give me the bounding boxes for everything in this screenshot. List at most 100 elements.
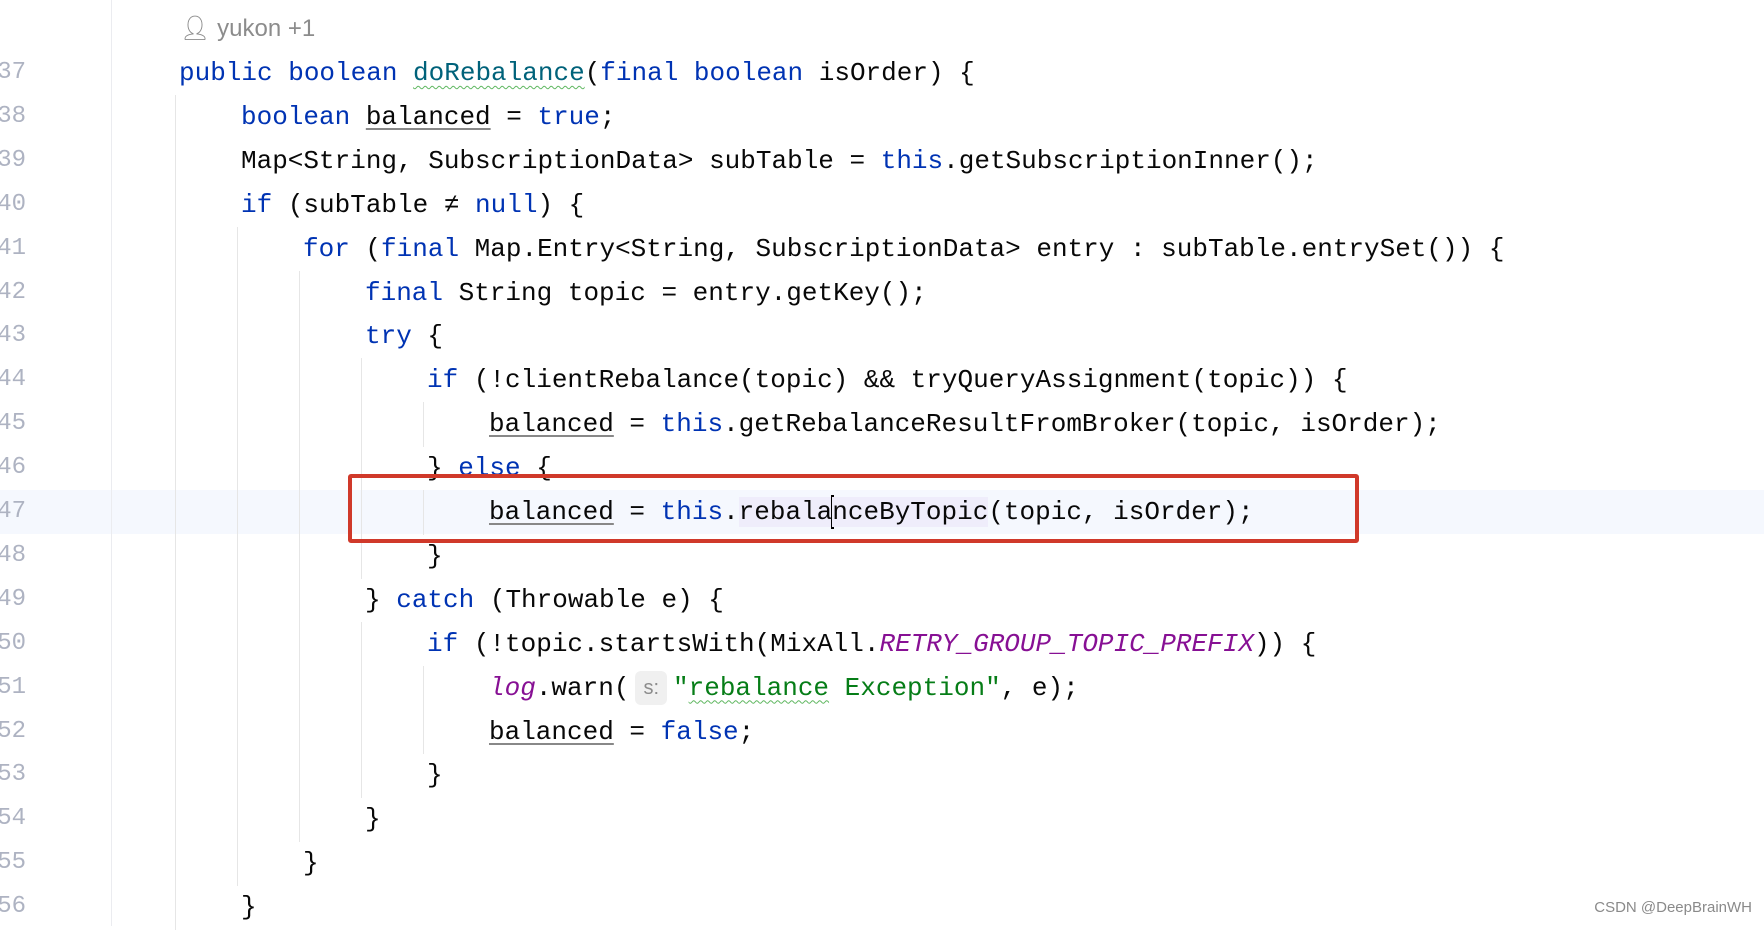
code-line[interactable]: if (!topic.startsWith(MixAll.RETRY_GROUP…	[427, 622, 1316, 666]
indent-guide	[175, 94, 176, 140]
indent-guide	[299, 446, 300, 491]
code-line[interactable]: if (!clientRebalance(topic) && tryQueryA…	[427, 358, 1348, 402]
line-number[interactable]: 37	[0, 51, 26, 95]
line-number[interactable]: 39	[0, 139, 26, 183]
line-number[interactable]: 40	[0, 183, 26, 227]
indent-guide	[175, 665, 176, 711]
code-token: (Throwable e) {	[489, 584, 724, 615]
line-number[interactable]: 44	[0, 358, 26, 402]
line-number[interactable]: 49	[0, 578, 26, 622]
indent-guide	[299, 753, 300, 799]
code-line[interactable]: }	[241, 885, 257, 929]
code-token: }	[303, 848, 319, 879]
indent-guide	[237, 577, 238, 623]
code-token: Exception"	[829, 672, 1001, 703]
indent-guide	[361, 665, 362, 711]
indent-guide	[237, 314, 238, 360]
code-token: .warn(	[535, 672, 630, 703]
code-token: RETRY_GROUP_TOPIC_PREFIX	[879, 628, 1254, 659]
indent-guide	[299, 621, 300, 667]
code-token: }	[427, 760, 443, 791]
code-line[interactable]: public boolean doRebalance(final boolean…	[179, 51, 975, 95]
indent-guide	[175, 533, 176, 579]
line-number[interactable]: 48	[0, 534, 26, 578]
code-token: if	[427, 365, 474, 396]
code-author-hint[interactable]: 👤︎ yukon +1	[180, 14, 315, 43]
gutter-divider	[111, 0, 112, 926]
line-number[interactable]: 51	[0, 666, 26, 710]
line-number[interactable]: 42	[0, 271, 26, 315]
code-line[interactable]: try {	[365, 314, 443, 358]
code-line[interactable]: }	[303, 841, 319, 885]
indent-guide	[299, 490, 300, 535]
code-line[interactable]: } catch (Throwable e) {	[365, 578, 724, 622]
parameter-hint: s:	[635, 670, 667, 705]
code-line[interactable]: boolean balanced = true;	[241, 95, 616, 139]
code-token: true	[537, 101, 600, 132]
code-line[interactable]: for (final Map.Entry<String, Subscriptio…	[303, 227, 1504, 271]
code-token: )) {	[1253, 628, 1317, 659]
code-token: final	[381, 233, 475, 264]
code-line[interactable]: }	[427, 753, 443, 797]
code-token: if	[241, 189, 288, 220]
code-token: =	[613, 409, 661, 440]
code-token: }	[365, 804, 381, 835]
code-line[interactable]: Map<String, SubscriptionData> subTable =…	[241, 139, 1318, 183]
line-number[interactable]: 38	[0, 95, 26, 139]
code-token: , e);	[1000, 672, 1079, 703]
code-token: ;	[599, 101, 616, 132]
indent-guide	[237, 753, 238, 799]
line-number[interactable]: 52	[0, 710, 26, 754]
code-token: }	[427, 540, 443, 571]
indent-guide	[299, 577, 300, 623]
line-number[interactable]: 46	[0, 446, 26, 490]
code-token: (subTable ≠	[287, 189, 476, 220]
indent-guide	[299, 402, 300, 448]
line-number[interactable]: 41	[0, 227, 26, 271]
indent-guide	[175, 621, 176, 667]
indent-guide	[237, 709, 238, 755]
code-line[interactable]: balanced = this.getRebalanceResultFromBr…	[489, 402, 1441, 446]
code-token: (!topic.startsWith(MixAll.	[473, 628, 880, 659]
line-number[interactable]: 55	[0, 841, 26, 885]
line-number[interactable]: 56	[0, 885, 26, 929]
indent-guide	[237, 358, 238, 404]
indent-guide	[299, 665, 300, 711]
indent-guide	[237, 446, 238, 491]
line-number[interactable]: 54	[0, 797, 26, 841]
code-token: this	[880, 145, 944, 176]
code-token: false	[660, 716, 739, 747]
code-token: log	[489, 672, 536, 703]
line-number[interactable]: 43	[0, 314, 26, 358]
annotation-red-box	[348, 474, 1359, 543]
line-number[interactable]: 53	[0, 753, 26, 797]
code-token: if	[427, 628, 474, 659]
indent-guide	[175, 182, 176, 228]
code-token: .getRebalanceResultFromBroker(topic, isO…	[723, 409, 1441, 440]
indent-guide	[175, 841, 176, 887]
line-number[interactable]: 45	[0, 402, 26, 446]
indent-guide	[175, 446, 176, 491]
indent-guide	[423, 665, 424, 711]
indent-guide	[175, 490, 176, 535]
code-token: (	[584, 58, 601, 88]
indent-guide	[361, 402, 362, 448]
code-line[interactable]: }	[365, 797, 381, 841]
code-token: Map<String, SubscriptionData> subTable =	[241, 145, 881, 176]
indent-guide	[361, 621, 362, 667]
code-line[interactable]: log.warn(s: "rebalance Exception", e);	[489, 666, 1079, 710]
indent-guide	[237, 402, 238, 448]
indent-guide	[423, 709, 424, 755]
code-line[interactable]: if (subTable ≠ null) {	[241, 183, 584, 227]
code-line[interactable]: balanced = false;	[489, 710, 754, 754]
indent-guide	[299, 533, 300, 579]
code-token: doRebalance	[413, 58, 585, 88]
code-token: this	[660, 409, 724, 440]
code-token: null	[475, 189, 538, 220]
code-token: }	[365, 584, 397, 615]
line-number[interactable]: 47	[0, 490, 26, 534]
code-token: =	[490, 101, 538, 132]
code-line[interactable]: final String topic = entry.getKey();	[365, 271, 927, 315]
line-number[interactable]: 50	[0, 622, 26, 666]
indent-guide	[299, 797, 300, 843]
